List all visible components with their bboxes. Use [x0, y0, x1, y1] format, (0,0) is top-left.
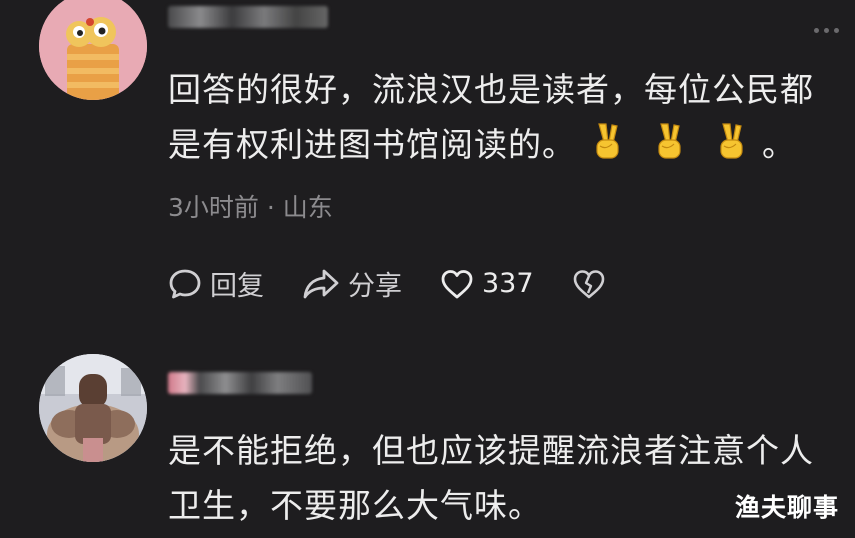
- like-button[interactable]: 337: [440, 268, 534, 299]
- broken-heart-icon: [573, 269, 604, 298]
- username-blurred[interactable]: [168, 372, 312, 394]
- comment-text: 回答的很好，流浪汉也是读者，每位公民都 是有权利进图书馆阅读的。。: [168, 62, 828, 172]
- victory-hand-emoji-icon: [596, 123, 619, 159]
- comment-text-line: 是不能拒绝，但也应该提醒流浪者注意个人: [168, 431, 814, 470]
- share-arrow-icon: [303, 269, 339, 298]
- avatar[interactable]: [39, 0, 147, 100]
- comment-bubble-icon: [169, 269, 201, 298]
- more-options-icon[interactable]: [814, 28, 839, 33]
- reply-label: 回复: [210, 271, 264, 302]
- comment-actions: 回复 分享 337: [168, 264, 644, 303]
- avatar[interactable]: [39, 354, 147, 462]
- like-count: 337: [482, 268, 534, 299]
- dislike-button[interactable]: [572, 269, 606, 299]
- heart-icon: [441, 269, 473, 298]
- victory-hand-emoji-icon: [658, 123, 681, 159]
- comment-text-line: 回答的很好，流浪汉也是读者，每位公民都: [168, 70, 814, 109]
- username-blurred[interactable]: [168, 6, 328, 28]
- watermark: 渔夫聊事: [734, 493, 839, 522]
- reply-button[interactable]: 回复: [168, 264, 264, 303]
- victory-hand-emoji-icon: [720, 123, 743, 159]
- time-location: 3小时前 · 山东: [168, 193, 333, 222]
- comment-text: 是不能拒绝，但也应该提醒流浪者注意个人 卫生，不要那么大气味。: [168, 423, 828, 533]
- comment-item: 回答的很好，流浪汉也是读者，每位公民都 是有权利进图书馆阅读的。。 3小时前 ·…: [0, 0, 855, 320]
- comment-text-line: 是有权利进图书馆阅读的。。: [168, 117, 828, 172]
- comment-item: 是不能拒绝，但也应该提醒流浪者注意个人 卫生，不要那么大气味。: [0, 350, 855, 538]
- comment-text-line: 卫生，不要那么大气味。: [168, 486, 542, 525]
- share-label: 分享: [348, 271, 402, 302]
- share-button[interactable]: 分享: [302, 264, 402, 303]
